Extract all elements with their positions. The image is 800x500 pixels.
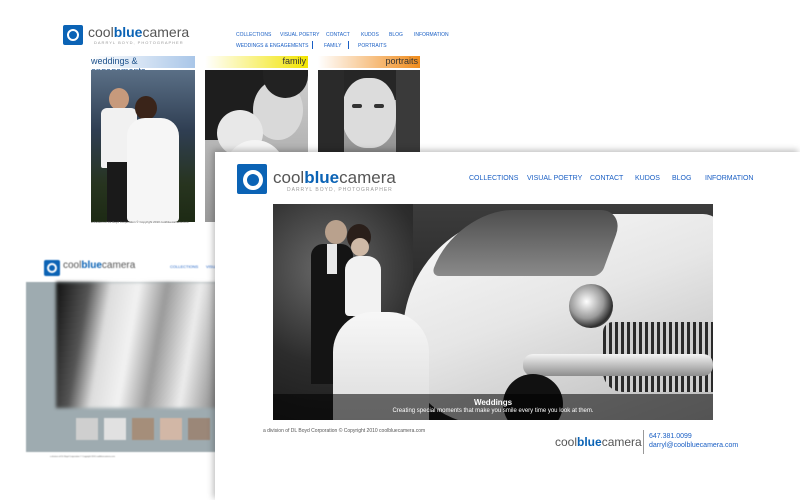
mid-thumb[interactable] xyxy=(132,418,154,440)
front-page-screenshot: coolbluecamera DARRYL BOYD, PHOTOGRAPHER… xyxy=(215,152,800,500)
footer-divider xyxy=(643,430,644,454)
mid-thumb-strip xyxy=(76,418,220,444)
nav-collections[interactable]: COLLECTIONS xyxy=(469,175,518,182)
category-banner-weddings[interactable]: weddings & engagements xyxy=(91,56,195,76)
footer-phone[interactable]: 647.381.0099 xyxy=(649,433,692,440)
category-banner-portraits[interactable]: portraits xyxy=(318,56,420,68)
mid-hero-panel xyxy=(26,282,220,452)
mid-logo-text[interactable]: coolbluecamera xyxy=(63,260,135,271)
back-nav-portraits[interactable]: PORTRAITS xyxy=(358,43,387,49)
back-nav-blog[interactable]: BLOG xyxy=(389,32,403,38)
nav-blog[interactable]: BLOG xyxy=(672,175,691,182)
back-logo-text[interactable]: coolbluecamera xyxy=(88,24,189,40)
category-photo-weddings[interactable] xyxy=(91,70,195,222)
hero-caption-subtitle: Creating special moments that make you s… xyxy=(392,408,594,414)
mid-thumb[interactable] xyxy=(160,418,182,440)
back-nav-contact[interactable]: CONTACT xyxy=(326,32,350,38)
category-label-family: family xyxy=(282,56,306,66)
back-nav-kudos[interactable]: KUDOS xyxy=(361,32,379,38)
logo-icon xyxy=(63,25,83,45)
back-nav-visual-poetry[interactable]: VISUAL POETRY xyxy=(280,32,319,38)
groom-figure xyxy=(325,220,347,244)
front-logo-text[interactable]: coolbluecamera xyxy=(273,168,396,188)
nav-visual-poetry[interactable]: VISUAL POETRY xyxy=(527,175,582,182)
front-tagline: DARRYL BOYD, PHOTOGRAPHER xyxy=(287,187,393,193)
back-nav-collections[interactable]: COLLECTIONS xyxy=(236,32,271,38)
mid-thumb[interactable] xyxy=(104,418,126,440)
logo-icon xyxy=(44,260,60,276)
nav-kudos[interactable]: KUDOS xyxy=(635,175,660,182)
hero-caption-bar: Weddings Creating special moments that m… xyxy=(273,394,713,420)
nav-information[interactable]: INFORMATION xyxy=(705,175,753,182)
back-nav-divider xyxy=(312,41,313,49)
mid-nav-collections[interactable]: COLLECTIONS xyxy=(170,264,198,269)
back-nav-information[interactable]: INFORMATION xyxy=(414,32,449,38)
car-headlight xyxy=(569,284,613,328)
category-banner-family[interactable]: family xyxy=(205,56,308,68)
mid-footer-copyright: a division of DL Boyd Corporation © Copy… xyxy=(50,456,115,458)
footer-email[interactable]: darryl@coolbluecamera.com xyxy=(649,442,738,449)
hero-caption-title: Weddings xyxy=(473,398,513,407)
hero-photo[interactable]: Weddings Creating special moments that m… xyxy=(273,204,713,420)
back-nav-divider xyxy=(348,41,349,49)
front-footer-copyright: a division of DL Boyd Corporation © Copy… xyxy=(263,428,426,434)
mid-hero-photo[interactable] xyxy=(56,282,220,408)
mid-thumb[interactable] xyxy=(188,418,210,440)
back-footer-copyright: a division of DL Boyd Corporation © Copy… xyxy=(91,220,189,224)
nav-contact[interactable]: CONTACT xyxy=(590,175,623,182)
back-tagline: DARRYL BOYD, PHOTOGRAPHER xyxy=(94,40,184,45)
logo-icon xyxy=(237,164,267,194)
mid-page-screenshot: coolbluecamera COLLECTIONS VISUAL a divi… xyxy=(20,252,220,462)
footer-logo-text[interactable]: coolbluecamera xyxy=(555,435,642,449)
back-nav-weddings[interactable]: WEDDINGS & ENGAGEMENTS xyxy=(236,43,309,49)
back-nav-family[interactable]: FAMILY xyxy=(324,43,341,49)
category-label-portraits: portraits xyxy=(385,56,418,66)
mid-thumb[interactable] xyxy=(76,418,98,440)
